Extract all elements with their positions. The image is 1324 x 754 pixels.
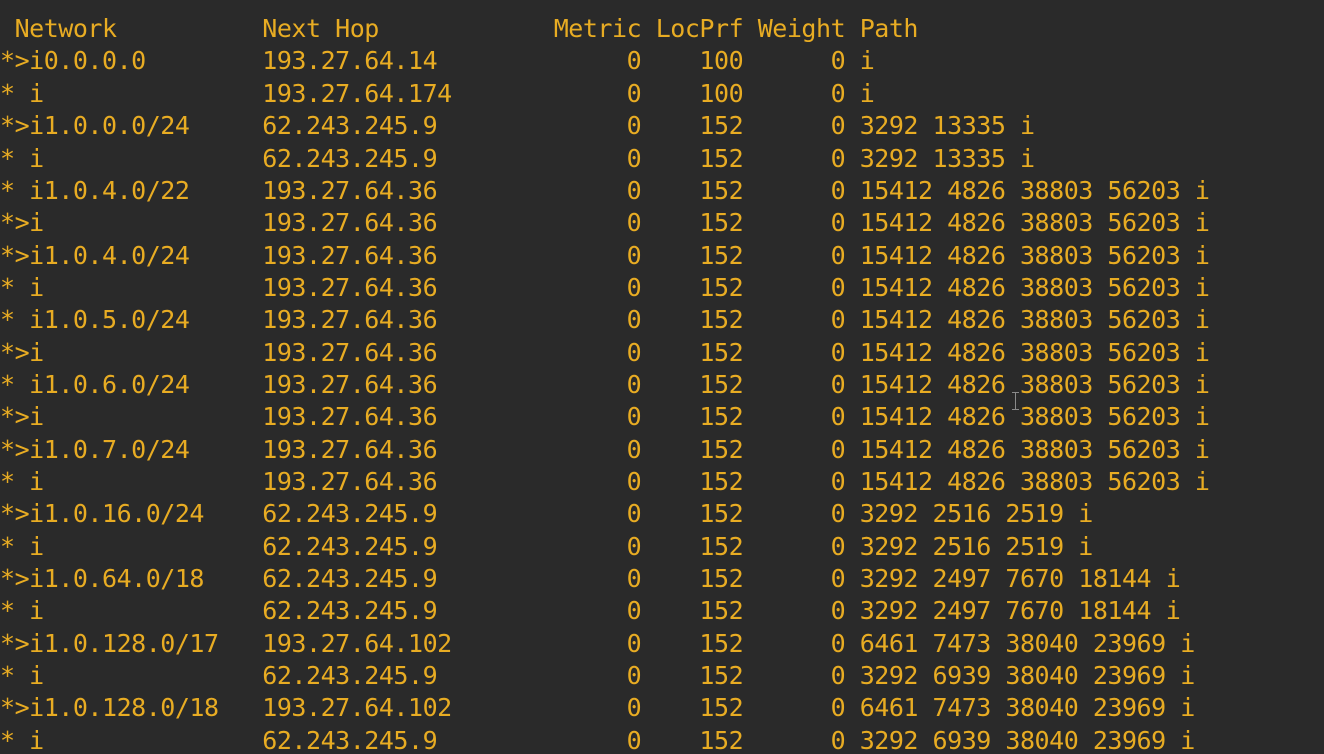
bgp-route-row: * i1.0.4.0/22 193.27.64.36 0 152 0 15412… <box>0 175 1210 205</box>
bgp-route-row: * i 193.27.64.36 0 152 0 15412 4826 3880… <box>0 273 1210 302</box>
bgp-route-row: * i1.0.6.0/24 193.27.64.36 0 152 0 15412… <box>0 370 1210 399</box>
bgp-route-row: *>i 193.27.64.36 0 152 0 15412 4826 3880… <box>0 402 1210 431</box>
bgp-route-row: * i 62.243.245.9 0 152 0 3292 13335 i <box>0 143 1035 173</box>
bgp-route-row: *>i1.0.4.0/24 193.27.64.36 0 152 0 15412… <box>0 240 1210 270</box>
bgp-route-row: * i1.0.5.0/24 193.27.64.36 0 152 0 15412… <box>0 305 1210 334</box>
bgp-route-row: *>i1.0.0.0/24 62.243.245.9 0 152 0 3292 … <box>0 111 1035 140</box>
bgp-route-row: *>i1.0.128.0/17 193.27.64.102 0 152 0 64… <box>0 628 1195 658</box>
bgp-route-row: * i 62.243.245.9 0 152 0 3292 6939 38040… <box>0 725 1195 754</box>
bgp-route-row: *>i 193.27.64.36 0 152 0 15412 4826 3880… <box>0 337 1210 367</box>
bgp-route-row: *>i1.0.128.0/18 193.27.64.102 0 152 0 64… <box>0 693 1195 722</box>
bgp-route-row: * i 62.243.245.9 0 152 0 3292 2516 2519 … <box>0 531 1093 561</box>
bgp-table-header: Network Next Hop Metric LocPrf Weight Pa… <box>0 14 919 43</box>
terminal-window[interactable]: Network Next Hop Metric LocPrf Weight Pa… <box>0 0 1324 754</box>
bgp-route-row: * i 62.243.245.9 0 152 0 3292 2497 7670 … <box>0 596 1181 625</box>
bgp-route-row: *>i0.0.0.0 193.27.64.14 0 100 0 i <box>0 46 875 75</box>
bgp-route-row: * i 193.27.64.174 0 100 0 i <box>0 78 875 108</box>
bgp-route-row: *>i1.0.7.0/24 193.27.64.36 0 152 0 15412… <box>0 434 1210 464</box>
bgp-route-row: *>i1.0.64.0/18 62.243.245.9 0 152 0 3292… <box>0 564 1181 593</box>
bgp-route-row: *>i 193.27.64.36 0 152 0 15412 4826 3880… <box>0 208 1210 237</box>
bgp-route-row: * i 62.243.245.9 0 152 0 3292 6939 38040… <box>0 661 1195 690</box>
bgp-route-row: * i 193.27.64.36 0 152 0 15412 4826 3880… <box>0 467 1210 496</box>
i-beam-cursor-icon <box>1011 392 1021 410</box>
bgp-route-row: *>i1.0.16.0/24 62.243.245.9 0 152 0 3292… <box>0 499 1093 528</box>
